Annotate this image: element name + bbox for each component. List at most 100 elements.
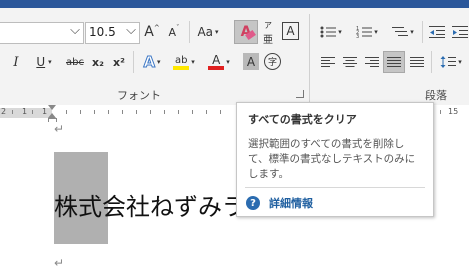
ruler-tick [108,110,109,114]
grow-font-button[interactable]: A ^ [143,22,161,42]
group-separator [309,14,310,102]
underline-button[interactable]: U ▾ [32,52,56,72]
font-size-combobox[interactable]: 10.5 ⌵ [85,22,140,44]
help-icon: ? [246,196,260,210]
ruler-tick [94,110,95,114]
ruler-tick [206,110,207,114]
character-border-button[interactable]: A [282,22,299,40]
decrease-indent-button[interactable] [427,22,447,42]
ruler-tick [178,110,179,114]
ruler-tick [136,110,137,114]
character-shading-button[interactable]: A [243,53,259,70]
ruler-tick [66,110,67,114]
phonetic-top: ア [264,21,272,30]
svg-text:3: 3 [356,34,359,39]
separator [189,21,190,43]
character-shading-icon: A [246,54,256,69]
font-color-icon: A [212,53,221,67]
chevron-down-icon: ⌵ [70,23,80,38]
italic-button[interactable]: I [8,52,24,72]
enclose-characters-icon: 字 [267,58,277,68]
enclose-characters-button[interactable]: 字 [264,53,281,70]
paragraph-mark: ↵ [54,122,65,136]
strikethrough-button[interactable]: abc [63,52,87,72]
more-info-label: 詳細情報 [269,197,313,210]
multilevel-list-button[interactable]: ▾ [388,22,418,42]
numbering-button[interactable]: 123 ▾ [352,22,382,42]
align-center-icon [343,57,357,67]
strikethrough-icon: abc [66,56,84,68]
dropdown-arrow-icon: ▾ [374,28,378,36]
align-center-button[interactable] [340,52,360,72]
selected-text[interactable]: 株式 [54,193,102,221]
tooltip-more-info-link[interactable]: ? 詳細情報 [246,194,313,212]
superscript-button[interactable]: x² [110,52,128,72]
distributed-button[interactable] [407,52,427,72]
ruler-tick [80,110,81,114]
grow-font-icon: A [144,24,154,40]
highlight-color-bar [173,65,190,70]
ruler-tick [220,110,221,114]
dropdown-arrow-icon: ▾ [191,58,195,66]
increase-indent-button[interactable] [450,22,469,42]
line-spacing-button[interactable]: ▾ [436,52,466,72]
multilevel-list-icon [392,27,409,36]
clear-formatting-button[interactable]: A [234,20,258,44]
highlight-swatch-group: ab [173,54,190,70]
tooltip-divider [245,187,425,188]
font-name-combobox[interactable]: ⌵ [0,22,84,44]
dropdown-arrow-icon: ▾ [215,28,219,36]
distributed-icon [410,57,424,67]
font-dialog-launcher-icon[interactable] [296,90,304,98]
ruler-tick [32,110,33,114]
shrink-font-icon: A [168,25,177,39]
phonetic-guide-button[interactable]: ア 亜 [261,20,275,46]
font-size-value: 10.5 [89,25,116,39]
bullets-icon [320,26,337,38]
dropdown-arrow-icon: ▾ [226,58,230,66]
dropdown-arrow-icon: ▾ [48,58,52,66]
highlight-icon: ab [174,54,188,66]
separator [431,51,432,73]
justify-icon [387,57,401,67]
ruler-tick [192,110,193,114]
align-left-button[interactable] [318,52,338,72]
font-color-button[interactable]: A ▾ [205,52,233,72]
dropdown-arrow-icon: ▾ [157,58,161,66]
ruler-number: 2 [1,107,7,116]
change-case-icon: Aa [197,25,214,39]
dropdown-arrow-icon: ▾ [410,28,414,36]
shrink-font-button[interactable]: A ˇ [165,22,183,42]
ruler-number: 15 [448,107,459,116]
font-group-label: フォント [117,89,161,102]
numbering-icon: 123 [356,26,373,39]
clear-formatting-tooltip: すべての書式をクリア 選択範囲のすべての書式を削除して、標準の書式なしテキストの… [236,102,434,217]
subscript-icon: x₂ [92,55,104,69]
highlight-color-button[interactable]: ab ▾ [170,52,198,72]
justify-button[interactable] [383,51,405,73]
align-left-icon [321,57,335,67]
title-bar [0,0,469,8]
up-mark-icon: ^ [153,24,160,32]
text-effects-button[interactable]: A ▾ [139,52,165,72]
dropdown-arrow-icon: ▾ [338,28,342,36]
ruler-number: 1 [42,107,48,116]
ruler-tick [440,110,441,114]
bullets-button[interactable]: ▾ [316,22,346,42]
phonetic-bottom: 亜 [263,35,273,46]
paragraph-mark: ↵ [54,256,65,270]
character-border-icon: A [286,24,295,38]
dropdown-arrow-icon: ▾ [458,58,462,66]
align-right-button[interactable] [362,52,382,72]
align-right-icon [365,57,379,67]
ruler-tick [150,110,151,114]
change-case-button[interactable]: Aa ▾ [194,22,222,42]
chevron-down-icon: ⌵ [126,23,136,38]
underline-icon: U [36,55,46,69]
first-line-indent-marker[interactable] [48,105,56,110]
separator [133,51,134,73]
paragraph-group-label: 段落 [425,89,447,102]
ruler-tick [164,110,165,114]
subscript-button[interactable]: x₂ [89,52,107,72]
separator [422,21,423,43]
